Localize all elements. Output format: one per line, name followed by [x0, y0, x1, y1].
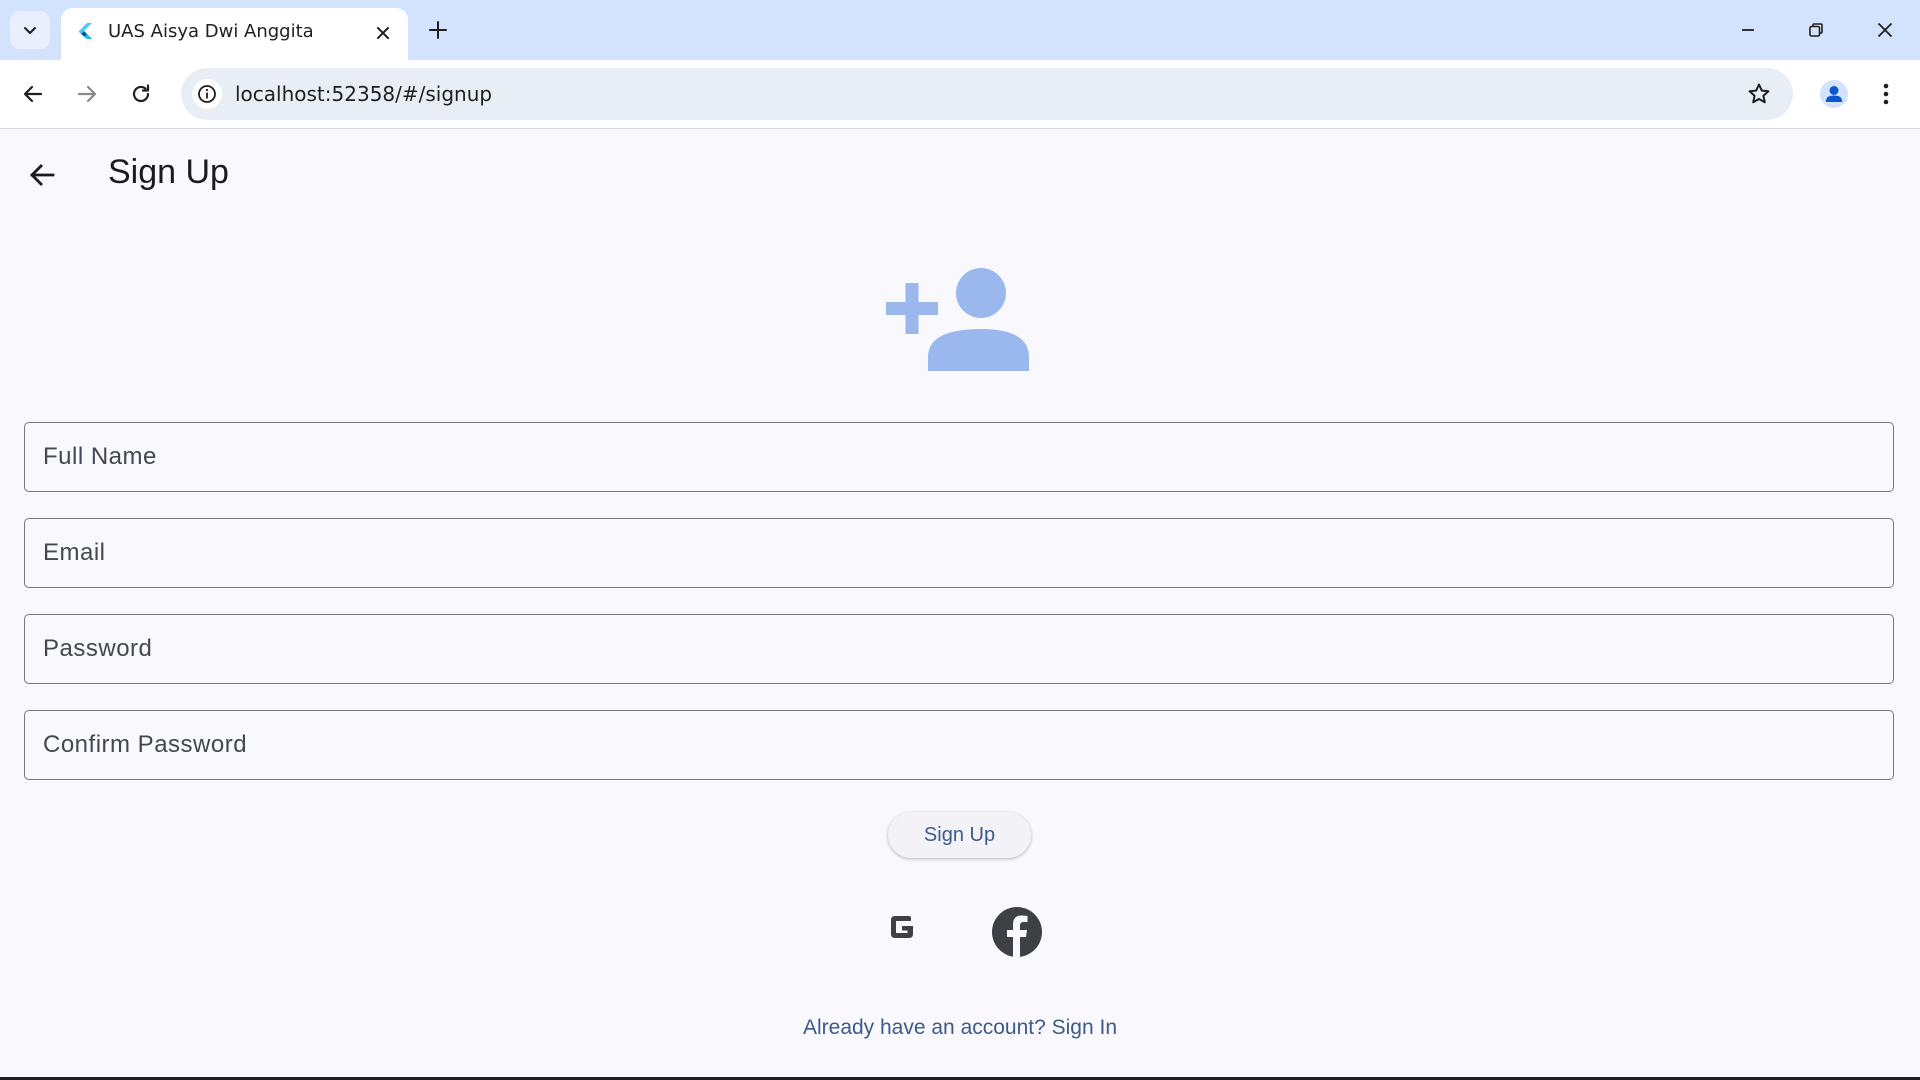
- app-back-button[interactable]: [22, 155, 62, 195]
- signup-button[interactable]: Sign Up: [888, 812, 1031, 858]
- bookmark-button[interactable]: [1745, 80, 1773, 108]
- signup-page: Sign Up Sign Up: [0, 129, 1920, 1080]
- close-window-button[interactable]: [1862, 12, 1908, 48]
- kebab-menu-icon: [1883, 83, 1889, 105]
- email-input[interactable]: [25, 519, 1893, 587]
- browser-menu-button[interactable]: [1870, 76, 1902, 112]
- facebook-icon[interactable]: [991, 906, 1043, 958]
- back-icon: [23, 85, 43, 103]
- password-input[interactable]: [25, 615, 1893, 683]
- close-icon: [1877, 22, 1893, 38]
- full-name-field[interactable]: [24, 422, 1894, 492]
- info-icon: [198, 85, 216, 103]
- restore-button[interactable]: [1793, 12, 1839, 48]
- reload-icon: [132, 84, 150, 103]
- tab-close-button[interactable]: [372, 22, 394, 44]
- back-button[interactable]: [15, 76, 51, 112]
- page-title: Sign Up: [108, 153, 229, 191]
- forward-icon: [77, 85, 97, 103]
- browser-tabstrip: UAS Aisya Dwi Anggita: [0, 0, 1920, 60]
- tab-search-button[interactable]: [10, 11, 50, 49]
- new-tab-button[interactable]: [425, 17, 451, 43]
- arrow-back-icon: [30, 164, 55, 186]
- password-field[interactable]: [24, 614, 1894, 684]
- person-add-icon: [886, 268, 1029, 371]
- browser-tab[interactable]: UAS Aisya Dwi Anggita: [61, 8, 408, 60]
- full-name-input[interactable]: [25, 423, 1893, 491]
- profile-icon: [1820, 80, 1848, 108]
- site-info-button[interactable]: [192, 79, 222, 109]
- close-icon: [377, 27, 389, 39]
- plus-icon: [429, 21, 447, 39]
- chevron-down-icon: [24, 27, 36, 34]
- flutter-icon: [78, 23, 92, 39]
- address-bar[interactable]: localhost:52358/#/signup: [181, 68, 1793, 120]
- tab-title: UAS Aisya Dwi Anggita: [108, 21, 314, 42]
- email-field[interactable]: [24, 518, 1894, 588]
- url-text: localhost:52358/#/signup: [235, 82, 493, 106]
- star-icon: [1748, 83, 1770, 104]
- minimize-icon: [1742, 29, 1754, 31]
- reload-button[interactable]: [123, 76, 159, 112]
- google-icon: [891, 916, 913, 938]
- browser-toolbar: localhost:52358/#/signup: [0, 60, 1920, 129]
- minimize-button[interactable]: [1725, 12, 1771, 48]
- google-signin-button[interactable]: [882, 907, 922, 947]
- forward-button[interactable]: [69, 76, 105, 112]
- confirm-password-field[interactable]: [24, 710, 1894, 780]
- confirm-password-input[interactable]: [25, 711, 1893, 779]
- profile-button[interactable]: [1816, 76, 1852, 112]
- restore-icon: [1809, 23, 1823, 37]
- signin-link[interactable]: Already have an account? Sign In: [0, 1016, 1920, 1040]
